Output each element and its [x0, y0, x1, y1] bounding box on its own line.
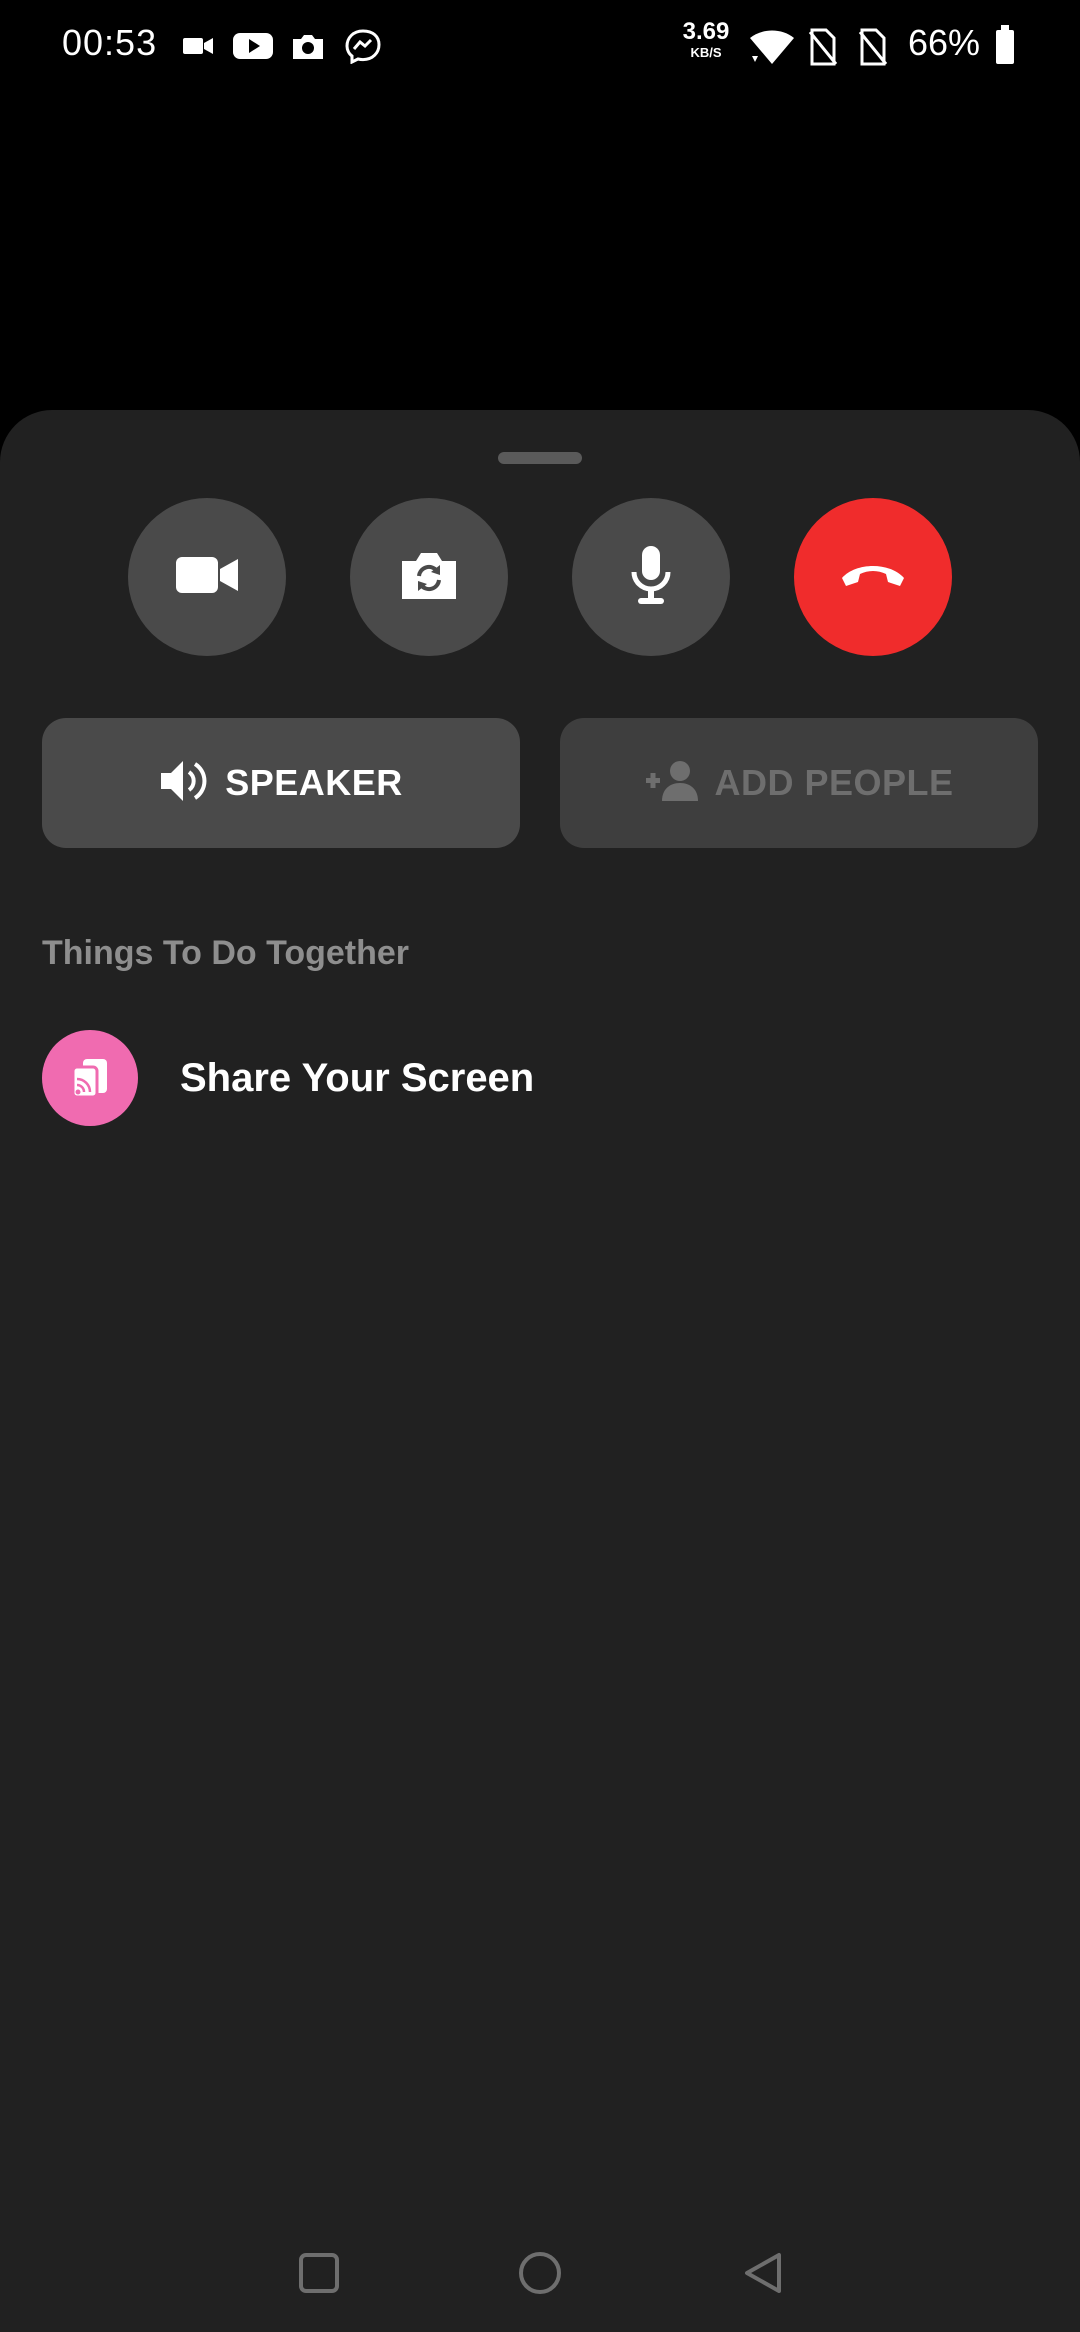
square-icon [297, 2251, 341, 2300]
video-camera-icon [182, 28, 214, 69]
home-button[interactable] [510, 2245, 570, 2305]
section-title: Things To Do Together [42, 934, 410, 972]
status-bar: 00:53 3.69 KB/S 66% [0, 0, 1080, 92]
camera-switch-icon [398, 549, 460, 606]
video-toggle-button[interactable] [128, 498, 286, 656]
messenger-icon [344, 28, 382, 69]
call-controls-sheet: SPEAKER ADD PEOPLE Things To Do Together… [0, 410, 1080, 2332]
hang-up-icon [838, 560, 908, 595]
screen-share-icon [42, 1030, 138, 1126]
drag-handle[interactable] [498, 452, 582, 464]
mute-button[interactable] [572, 498, 730, 656]
battery-percent: 66% [908, 22, 981, 63]
add-people-label: ADD PEOPLE [714, 762, 954, 803]
speaker-icon [159, 758, 211, 809]
share-screen-item[interactable]: Share Your Screen [42, 1030, 1038, 1126]
battery-icon [994, 24, 1016, 71]
circle-icon [517, 2250, 563, 2301]
back-triangle-icon [741, 2250, 785, 2301]
add-people-button[interactable]: ADD PEOPLE [560, 718, 1038, 848]
end-call-button[interactable] [794, 498, 952, 656]
network-speed-value: 3.69 [682, 18, 730, 45]
flip-camera-button[interactable] [350, 498, 508, 656]
speaker-button[interactable]: SPEAKER [42, 718, 520, 848]
video-camera-icon [174, 553, 240, 602]
microphone-icon [629, 544, 673, 611]
no-sim-icon [808, 28, 838, 71]
camera-icon [290, 28, 326, 69]
status-time: 00:53 [62, 22, 158, 63]
network-speed-unit: KB/S [690, 45, 722, 60]
speaker-label: SPEAKER [225, 762, 403, 803]
youtube-icon [232, 28, 274, 69]
no-sim-icon [858, 28, 888, 71]
recents-button[interactable] [289, 2245, 349, 2305]
share-screen-label: Share Your Screen [180, 1055, 535, 1100]
wifi-icon [748, 26, 796, 71]
back-button[interactable] [733, 2245, 793, 2305]
network-speed: 3.69 KB/S [676, 18, 736, 60]
add-person-icon [644, 759, 700, 808]
